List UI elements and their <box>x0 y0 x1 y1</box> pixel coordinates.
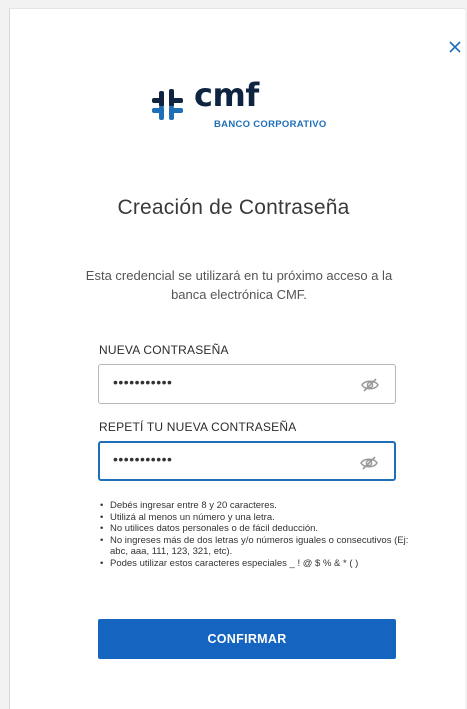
new-password-field[interactable]: ••••••••••• <box>98 364 396 404</box>
page-description: Esta credencial se utilizará en tu próxi… <box>85 268 393 302</box>
rule-item: No utilices datos personales o de fácil … <box>100 523 420 535</box>
repeat-password-label: REPETÍ TU NUEVA CONTRASEÑA <box>99 420 297 434</box>
rule-item: No ingreses más de dos letras y/o número… <box>100 535 420 558</box>
close-icon[interactable] <box>448 40 462 54</box>
eye-slash-icon[interactable] <box>361 377 379 393</box>
logo-subtitle: BANCO CORPORATIVO <box>214 119 327 130</box>
confirm-button[interactable]: CONFIRMAR <box>98 619 396 659</box>
password-rules-list: Debés ingresar entre 8 y 20 caracteres. … <box>100 500 420 569</box>
new-password-value: ••••••••••• <box>113 374 173 390</box>
eye-slash-icon[interactable] <box>360 455 378 471</box>
page-title: Creación de Contraseña <box>117 196 350 219</box>
cmf-logo: cmf BANCO CORPORATIVO <box>150 76 350 132</box>
rule-item: Podes utilizar estos caracteres especial… <box>100 558 420 570</box>
repeat-password-field[interactable]: ••••••••••• <box>98 441 396 481</box>
new-password-label: NUEVA CONTRASEÑA <box>99 343 229 357</box>
repeat-password-value: ••••••••••• <box>113 451 173 467</box>
cmf-logo-mark-icon <box>152 89 183 120</box>
rule-item: Debés ingresar entre 8 y 20 caracteres. <box>100 500 420 512</box>
logo-wordmark: cmf <box>194 76 259 114</box>
rule-item: Utilizá al menos un número y una letra. <box>100 512 420 524</box>
